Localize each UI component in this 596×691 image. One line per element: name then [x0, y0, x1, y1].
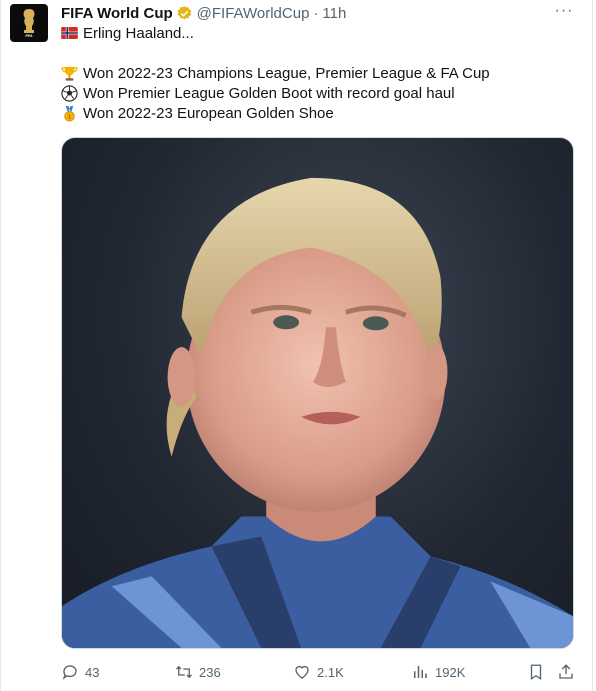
header-separator: ·: [313, 4, 319, 22]
bookmark-icon: [530, 664, 542, 681]
views-button[interactable]: 192K: [411, 660, 465, 684]
reply-icon: [62, 665, 77, 680]
retweet-button[interactable]: 236: [175, 660, 221, 684]
heart-icon: [295, 665, 309, 679]
more-options-icon[interactable]: ···: [554, 2, 574, 19]
author-handle[interactable]: @FIFAWorldCup: [197, 5, 310, 22]
player-portrait-image: [62, 177, 573, 648]
tweet-actions-bar: 43 236 2.1K 192K: [61, 660, 581, 684]
tweet-line: Won 2022-23 Champions League, Premier Le…: [61, 63, 490, 83]
tweet-line-text: Won Premier League Golden Boot with reco…: [83, 84, 455, 102]
view-count: 192K: [435, 664, 466, 680]
share-button[interactable]: [557, 660, 575, 684]
norway-flag-icon: [61, 25, 78, 42]
avatar[interactable]: FIFA: [10, 4, 48, 42]
like-button[interactable]: 2.1K: [293, 660, 344, 684]
bookmark-button[interactable]: [527, 660, 545, 684]
tweet-timestamp[interactable]: 11h: [322, 5, 346, 22]
tweet-line: Erling Haaland...: [61, 23, 194, 43]
svg-text:FIFA: FIFA: [26, 34, 34, 38]
tweet-line: 1 Won 2022-23 European Golden Shoe: [61, 103, 334, 123]
soccer-ball-icon: [61, 84, 78, 102]
retweet-count: 236: [199, 664, 221, 680]
svg-text:1: 1: [68, 114, 71, 120]
share-icon: [559, 664, 573, 679]
medal-icon: 1: [61, 105, 78, 122]
timeline-border-right: [592, 0, 593, 691]
reply-button[interactable]: 43: [61, 660, 99, 684]
tweet-line-text: Won 2022-23 Champions League, Premier Le…: [83, 64, 490, 82]
tweet-photo[interactable]: [61, 137, 574, 649]
analytics-icon: [414, 666, 427, 678]
author-name[interactable]: FIFA World Cup: [61, 5, 173, 22]
reply-count: 43: [85, 664, 100, 680]
like-count: 2.1K: [317, 664, 344, 680]
tweet-line-text: Won 2022-23 European Golden Shoe: [83, 104, 334, 122]
tweet-header: FIFA World Cup @FIFAWorldCup · 11h: [61, 2, 346, 24]
tweet-line: Won Premier League Golden Boot with reco…: [61, 83, 455, 103]
trophy-icon: [61, 65, 78, 82]
verified-badge-icon: [176, 5, 193, 22]
timeline-border-left: [0, 0, 1, 691]
world-cup-trophy-icon: FIFA: [23, 9, 35, 38]
tweet-line-text: Erling Haaland...: [83, 24, 194, 42]
retweet-icon: [176, 665, 192, 679]
